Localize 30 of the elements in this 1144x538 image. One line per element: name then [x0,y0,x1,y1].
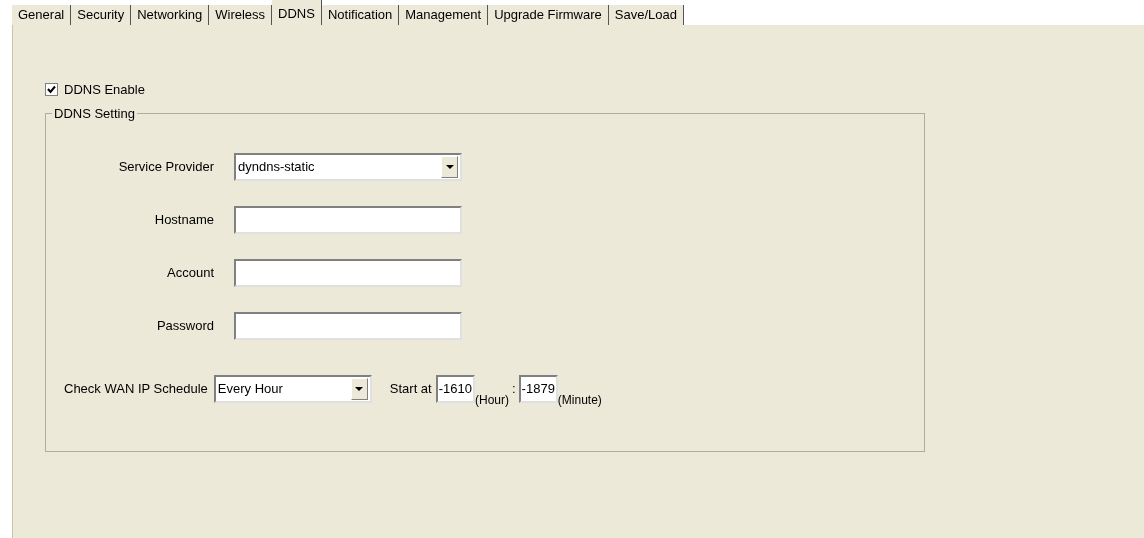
field-label: Password [155,317,215,336]
hour-field[interactable]: -1610 [435,375,475,403]
text-field[interactable] [234,206,462,234]
unit-label: (Hour) [474,392,509,409]
field-label: Check WAN IP Schedule [64,380,209,399]
dropdown[interactable]: Every Hour [213,375,372,403]
tab[interactable]: General [12,5,72,25]
tab[interactable]: Management [399,5,489,25]
tab[interactable]: DDNS [272,0,322,25]
separator: : [512,380,516,399]
field-label: Service Provider [117,158,215,177]
text-field[interactable] [234,312,462,340]
text-field[interactable] [234,259,462,287]
caret-icon [350,378,368,400]
tab[interactable]: Upgrade Firmware [488,5,609,25]
tab[interactable]: Security [71,5,132,25]
field-label: Start at [389,380,432,399]
field-label: Hostname [153,211,215,230]
caret-icon [441,156,458,178]
dropdown[interactable]: dyndns-static [234,153,462,181]
tab[interactable]: Notification [321,5,400,25]
tab[interactable]: Networking [131,5,210,25]
tab[interactable]: Save/Load [608,5,684,25]
field-label: Account [166,264,215,283]
unit-label: (Minute) [557,392,602,409]
checkbox[interactable] [45,83,58,97]
group-title: DDNS Setting [53,104,136,123]
tab[interactable]: Wireless [209,5,273,25]
minute-field[interactable]: -1879 [518,375,558,403]
checkbox-label: DDNS Enable [64,81,145,99]
